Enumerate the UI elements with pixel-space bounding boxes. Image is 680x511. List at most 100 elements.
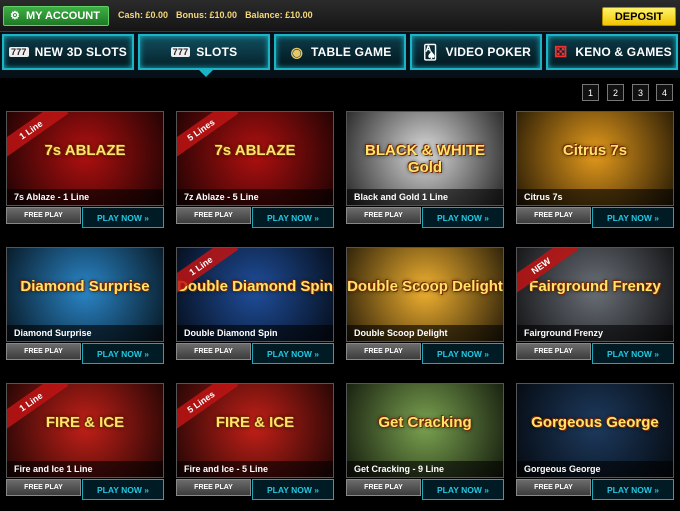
free-play-button[interactable]: FREE PLAY	[176, 479, 251, 496]
free-play-button[interactable]: FREE PLAY	[346, 343, 421, 360]
cards-icon: 🂡	[422, 43, 438, 60]
game-title: Citrus 7s	[517, 189, 673, 205]
game-card: Citrus 7s Citrus 7s FREE PLAY PLAY NOW »	[516, 111, 674, 229]
free-play-button[interactable]: FREE PLAY	[516, 479, 591, 496]
game-thumbnail[interactable]: BLACK & WHITE Gold Black and Gold 1 Line	[346, 111, 504, 206]
game-title: Fire and Ice 1 Line	[7, 461, 163, 477]
free-play-button[interactable]: FREE PLAY	[6, 479, 81, 496]
page-4-button[interactable]: 4	[656, 84, 673, 101]
page-3-button[interactable]: 3	[632, 84, 649, 101]
play-now-button[interactable]: PLAY NOW »	[82, 343, 164, 364]
game-card: 7s ABLAZE 5 Lines 7z Ablaze - 5 Line FREE P…	[176, 111, 334, 229]
tab-label: KENO & GAMES	[575, 45, 672, 59]
game-title: Gorgeous George	[517, 461, 673, 477]
game-thumbnail[interactable]: FIRE & ICE 5 Lines Fire and Ice - 5 Line	[176, 383, 334, 478]
game-logo: Gorgeous George	[531, 414, 659, 431]
free-play-button[interactable]: FREE PLAY	[516, 343, 591, 360]
play-now-button[interactable]: PLAY NOW »	[82, 479, 164, 500]
free-play-button[interactable]: FREE PLAY	[176, 207, 251, 224]
777-icon: 777	[8, 47, 29, 57]
game-thumbnail[interactable]: Get Cracking Get Cracking - 9 Line	[346, 383, 504, 478]
play-now-button[interactable]: PLAY NOW »	[592, 479, 674, 500]
game-title: Fairground Frenzy	[517, 325, 673, 341]
game-logo: FIRE & ICE	[215, 414, 295, 431]
tab-video-poker[interactable]: 🂡 VIDEO POKER	[410, 34, 542, 70]
game-title: Diamond Surprise	[7, 325, 163, 341]
game-thumbnail[interactable]: FIRE & ICE 1 Line Fire and Ice 1 Line	[6, 383, 164, 478]
game-card: Double Diamond Spin 1 Line Double Diamond …	[176, 247, 334, 365]
game-title: Get Cracking - 9 Line	[347, 461, 503, 477]
game-logo: Get Cracking	[378, 414, 472, 431]
play-now-button[interactable]: PLAY NOW »	[252, 479, 334, 500]
tab-label: TABLE GAME	[310, 45, 392, 59]
game-card: Get Cracking Get Cracking - 9 Line FREE PL…	[346, 383, 504, 501]
category-tabs: 777 NEW 3D SLOTS 777 SLOTS ◉ TABLE GAME …	[0, 32, 680, 78]
tab-keno-games[interactable]: ⚄ KENO & GAMES	[546, 34, 678, 70]
game-title: Fire and Ice - 5 Line	[177, 461, 333, 477]
game-title: Double Scoop Delight	[347, 325, 503, 341]
game-title: Double Diamond Spin	[177, 325, 333, 341]
tab-slots[interactable]: 777 SLOTS	[138, 34, 270, 70]
my-account-button[interactable]: ⚙ MY ACCOUNT	[3, 6, 109, 26]
free-play-button[interactable]: FREE PLAY	[6, 207, 81, 224]
page-2-button[interactable]: 2	[607, 84, 624, 101]
tab-label: VIDEO POKER	[445, 45, 532, 59]
game-thumbnail[interactable]: 7s ABLAZE 5 Lines 7z Ablaze - 5 Line	[176, 111, 334, 206]
tab-label: NEW 3D SLOTS	[34, 45, 128, 59]
game-logo: Fairground Frenzy	[529, 278, 661, 295]
game-thumbnail[interactable]: 7s ABLAZE 1 Line 7s Ablaze - 1 Line	[6, 111, 164, 206]
play-now-button[interactable]: PLAY NOW »	[422, 479, 504, 500]
gear-icon: ⚙	[10, 10, 20, 22]
game-thumbnail[interactable]: Double Diamond Spin 1 Line Double Diamond …	[176, 247, 334, 342]
free-play-button[interactable]: FREE PLAY	[6, 343, 81, 360]
cash-text: Cash: £0.00	[118, 10, 169, 20]
game-logo: 7s ABLAZE	[44, 142, 126, 159]
game-logo: Diamond Surprise	[20, 278, 150, 295]
game-card: Fairground Frenzy NEW Fairground Frenzy FRE…	[516, 247, 674, 365]
tab-new-3d-slots[interactable]: 777 NEW 3D SLOTS	[2, 34, 134, 70]
play-now-button[interactable]: PLAY NOW »	[592, 207, 674, 228]
game-logo: BLACK & WHITE Gold	[365, 142, 485, 176]
active-tab-indicator	[197, 68, 215, 77]
game-logo: 7s ABLAZE	[214, 142, 296, 159]
play-now-button[interactable]: PLAY NOW »	[82, 207, 164, 228]
game-card: 7s ABLAZE 1 Line 7s Ablaze - 1 Line FREE PL…	[6, 111, 164, 229]
play-now-button[interactable]: PLAY NOW »	[422, 207, 504, 228]
game-card: Double Scoop Delight Double Scoop Delight…	[346, 247, 504, 365]
game-card: FIRE & ICE 5 Lines Fire and Ice - 5 Line FR…	[176, 383, 334, 501]
game-card: Diamond Surprise Diamond Surprise FREE PLA…	[6, 247, 164, 365]
game-logo: FIRE & ICE	[45, 414, 125, 431]
my-account-label: MY ACCOUNT	[26, 10, 100, 22]
game-title: 7s Ablaze - 1 Line	[7, 189, 163, 205]
game-card: FIRE & ICE 1 Line Fire and Ice 1 Line FREE …	[6, 383, 164, 501]
game-thumbnail[interactable]: Diamond Surprise Diamond Surprise	[6, 247, 164, 342]
free-play-button[interactable]: FREE PLAY	[346, 207, 421, 224]
game-card: Gorgeous George Gorgeous George FREE PLAY P…	[516, 383, 674, 501]
page-1-button[interactable]: 1	[582, 84, 599, 101]
deposit-button[interactable]: DEPOSIT	[602, 7, 676, 26]
game-thumbnail[interactable]: Fairground Frenzy NEW Fairground Frenzy	[516, 247, 674, 342]
free-play-button[interactable]: FREE PLAY	[346, 479, 421, 496]
game-thumbnail[interactable]: Citrus 7s Citrus 7s	[516, 111, 674, 206]
play-now-button[interactable]: PLAY NOW »	[252, 207, 334, 228]
free-play-button[interactable]: FREE PLAY	[516, 207, 591, 224]
play-now-button[interactable]: PLAY NOW »	[592, 343, 674, 364]
free-play-button[interactable]: FREE PLAY	[176, 343, 251, 360]
game-logo: Double Diamond Spin	[177, 278, 333, 295]
game-logo: Double Scoop Delight	[347, 278, 503, 295]
play-now-button[interactable]: PLAY NOW »	[252, 343, 334, 364]
game-title: 7z Ablaze - 5 Line	[177, 189, 333, 205]
777-icon: 777	[170, 47, 191, 57]
tab-label: SLOTS	[196, 45, 238, 59]
game-card: BLACK & WHITE Gold Black and Gold 1 Line F…	[346, 111, 504, 229]
roulette-icon: ◉	[290, 43, 303, 60]
tab-table-game[interactable]: ◉ TABLE GAME	[274, 34, 406, 70]
game-logo: Citrus 7s	[562, 142, 628, 159]
play-now-button[interactable]: PLAY NOW »	[422, 343, 504, 364]
game-thumbnail[interactable]: Gorgeous George Gorgeous George	[516, 383, 674, 478]
dice-icon: ⚄	[554, 44, 568, 61]
top-bar: ⚙ MY ACCOUNT Cash: £0.00 Bonus: £10.00 B…	[0, 0, 680, 32]
bonus-text: Bonus: £10.00	[176, 10, 238, 20]
balance-text: Balance: £10.00	[245, 10, 313, 20]
game-thumbnail[interactable]: Double Scoop Delight Double Scoop Delight	[346, 247, 504, 342]
